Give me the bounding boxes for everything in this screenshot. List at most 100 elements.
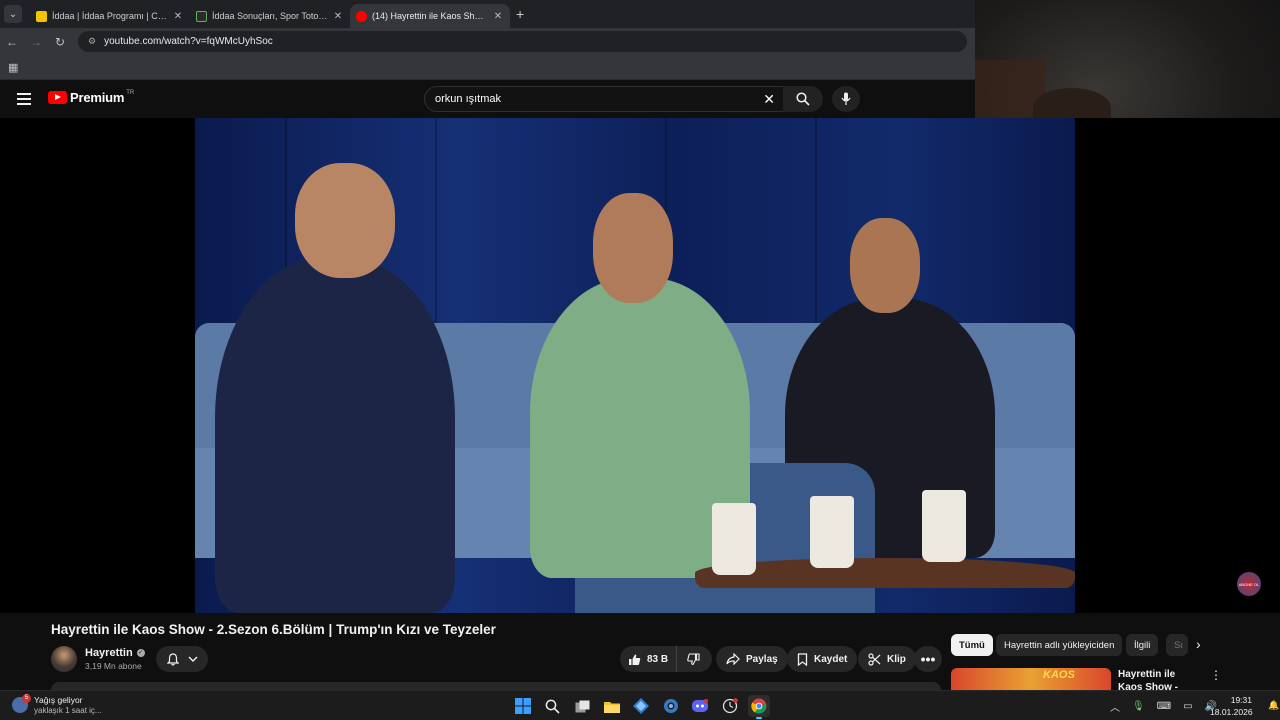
thumbs-down-icon — [687, 652, 700, 665]
weather-widget[interactable]: 5 Yağış geliyor yaklaşık 1 saat iç... — [12, 694, 102, 715]
guest-left-head — [295, 163, 395, 278]
subscribe-watermark[interactable]: ABONE OL — [1237, 572, 1261, 596]
guest-left-body — [215, 258, 455, 613]
bookmark-icon — [797, 652, 808, 666]
tab-search-button[interactable]: ⌄ — [4, 5, 22, 23]
chip-all[interactable]: Tümü — [951, 634, 993, 656]
channel-name[interactable]: Hayrettin — [85, 647, 133, 659]
clock-time: 19:31 — [1230, 695, 1252, 705]
task-view-icon[interactable] — [571, 695, 593, 717]
weather-icon: 5 — [12, 694, 31, 713]
recommended-title[interactable]: Hayrettin ile Kaos Show - 2.Sezon — [1118, 668, 1200, 692]
tab-close-icon[interactable]: ✕ — [172, 11, 184, 22]
chip-related[interactable]: İlgili — [1126, 634, 1159, 656]
save-label: Kaydet — [814, 653, 848, 665]
chip-from-uploader[interactable]: Hayrettin adlı yükleyiciden — [996, 634, 1123, 656]
bookmarks-bar: ▦ — [0, 55, 975, 80]
clip-button[interactable]: Klip — [858, 646, 916, 672]
chip-truncated[interactable]: Sı — [1166, 634, 1188, 656]
chevron-right-icon[interactable]: › — [1196, 636, 1201, 652]
subscriber-count: 3,19 Mn abone — [85, 661, 142, 671]
url-text: youtube.com/watch?v=fqWMcUyhSoc — [104, 36, 273, 47]
reload-icon[interactable]: ↻ — [48, 35, 72, 49]
search-icon — [796, 92, 810, 106]
app-diamond-icon[interactable] — [630, 695, 652, 717]
new-tab-button[interactable]: + — [516, 6, 524, 22]
like-button[interactable]: 83 B — [620, 646, 678, 672]
app-clock-icon[interactable] — [719, 695, 741, 717]
search-icon[interactable] — [542, 695, 564, 717]
forward-arrow-icon[interactable]: → — [24, 35, 48, 49]
address-bar[interactable]: ⚙ youtube.com/watch?v=fqWMcUyhSoc — [78, 31, 967, 52]
tab-title: İddaa Sonuçları, Spor Toto Süper Lig — [212, 11, 328, 21]
voice-search-button[interactable] — [832, 86, 860, 112]
subscription-notifications-button[interactable] — [156, 646, 208, 672]
verified-check-icon: ✓ — [136, 649, 145, 657]
video-title: Hayrettin ile Kaos Show - 2.Sezon 6.Bölü… — [51, 622, 496, 637]
weather-title: Yağış geliyor — [34, 695, 83, 705]
share-label: Paylaş — [746, 653, 778, 665]
channel-avatar[interactable] — [51, 646, 77, 672]
clear-search-icon[interactable]: ✕ — [763, 91, 775, 108]
notification-bell-icon[interactable]: 🔔 — [1268, 700, 1279, 711]
thumbnail-logo-text: KAOS — [1043, 669, 1075, 681]
browser-tab-strip: ⌄ İddaa | İddaa Programı | Canlı İddaa ✕… — [0, 0, 975, 28]
clock-date: 18.01.2026 — [1210, 707, 1253, 717]
discord-icon[interactable] — [689, 695, 711, 717]
country-code: TR — [126, 89, 135, 96]
tab-title: İddaa | İddaa Programı | Canlı İddaa — [52, 11, 168, 21]
search-button[interactable] — [783, 86, 823, 112]
microphone-icon[interactable]: 🎙 — [1132, 701, 1145, 712]
app-globe-icon[interactable] — [660, 695, 682, 717]
taskbar-apps — [512, 695, 778, 719]
browser-toolbar: ← → ↻ ⚙ youtube.com/watch?v=fqWMcUyhSoc — [0, 28, 975, 55]
recommended-thumbnail[interactable]: KAOS — [951, 668, 1111, 690]
share-button[interactable]: Paylaş — [716, 646, 788, 672]
site-favicon-icon — [196, 10, 207, 22]
browser-tab-youtube[interactable]: (14) Hayrettin ile Kaos Show - 2.Sezon ✕ — [350, 4, 510, 28]
guest-right-head — [850, 218, 920, 313]
chevron-up-icon[interactable]: ︿ — [1110, 699, 1120, 714]
tab-close-icon[interactable]: ✕ — [332, 11, 344, 22]
like-dislike-group: 83 B — [620, 646, 712, 672]
video-player[interactable] — [0, 118, 1280, 613]
tab-title: (14) Hayrettin ile Kaos Show - 2.Sezon — [372, 11, 488, 21]
menu-icon[interactable] — [17, 93, 31, 105]
back-arrow-icon[interactable]: ← — [0, 35, 24, 49]
kebab-menu-icon[interactable]: ⋮ — [1210, 668, 1222, 682]
network-icon[interactable]: ▭ — [1183, 701, 1192, 712]
channel-info[interactable]: Hayrettin ✓ 3,19 Mn abone — [51, 645, 145, 673]
search-input[interactable]: orkun ışıtmak ✕ — [424, 86, 784, 112]
chevron-down-icon — [188, 656, 197, 662]
coffee-cup — [810, 496, 854, 568]
coffee-cup — [712, 503, 756, 575]
video-frame[interactable] — [195, 118, 1075, 613]
windows-taskbar: 5 Yağış geliyor yaklaşık 1 saat iç... ︿ … — [0, 690, 1280, 720]
search-query: orkun ışıtmak — [435, 93, 502, 105]
screen: ⌄ İddaa | İddaa Programı | Canlı İddaa ✕… — [0, 0, 1280, 720]
keyboard-icon[interactable]: ⌨ — [1157, 701, 1171, 712]
apps-grid-icon[interactable]: ▦ — [8, 61, 18, 74]
save-button[interactable]: Kaydet — [787, 646, 858, 672]
tab-close-icon[interactable]: ✕ — [492, 11, 504, 22]
file-explorer-icon[interactable] — [601, 695, 623, 717]
browser-tab-iddaa[interactable]: İddaa | İddaa Programı | Canlı İddaa ✕ — [30, 4, 190, 28]
bell-icon — [166, 652, 179, 666]
more-actions-button[interactable]: ••• — [914, 646, 942, 672]
logo-text: Premium — [70, 90, 125, 105]
windows-start-icon[interactable] — [512, 695, 534, 717]
like-count: 83 B — [647, 653, 669, 665]
browser-tab-iddaa-sonuclari[interactable]: İddaa Sonuçları, Spor Toto Süper Lig ✕ — [190, 4, 350, 28]
site-info-icon[interactable]: ⚙ — [88, 36, 96, 47]
thumbs-up-icon — [629, 654, 641, 665]
youtube-play-icon — [48, 91, 67, 104]
system-clock[interactable]: 19:31 18.01.2026 — [1210, 694, 1253, 718]
dislike-button[interactable] — [677, 646, 710, 672]
youtube-premium-logo[interactable]: Premium TR — [48, 90, 134, 105]
chrome-icon[interactable] — [748, 695, 770, 719]
guest-middle-head — [593, 193, 673, 303]
scissors-icon — [868, 652, 881, 666]
channel-name-row[interactable]: Hayrettin ✓ — [85, 647, 145, 659]
microphone-icon — [841, 92, 851, 105]
clip-label: Klip — [887, 653, 906, 665]
